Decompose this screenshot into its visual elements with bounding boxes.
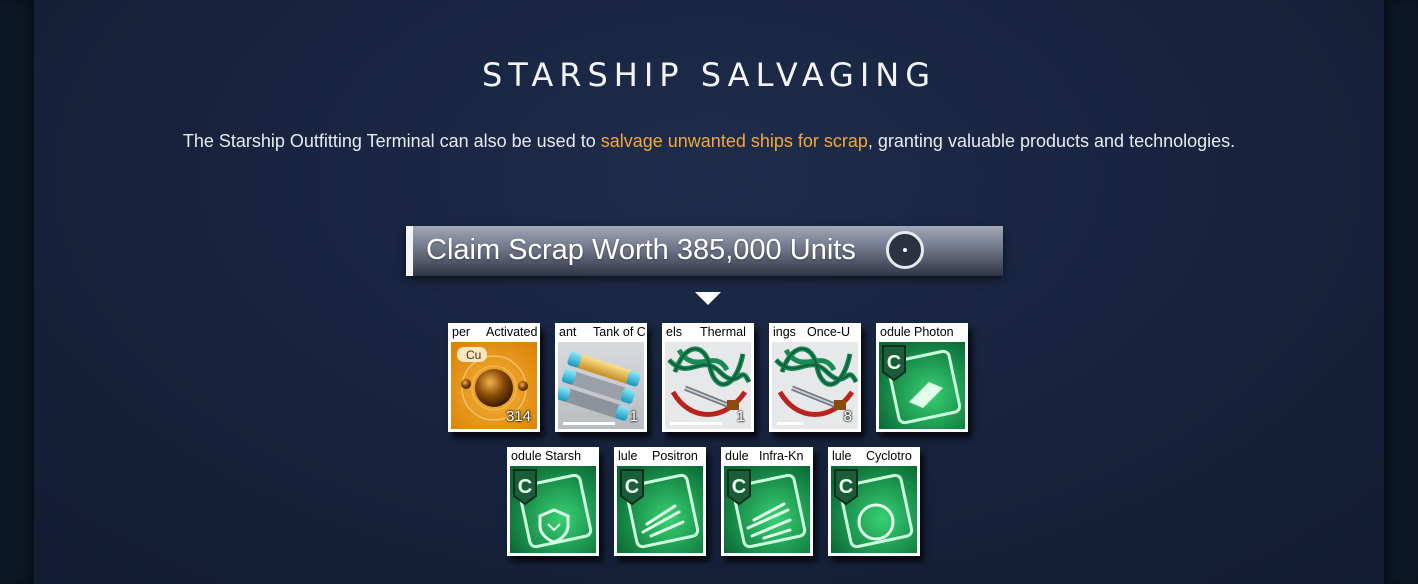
item-caption: odule Starsh xyxy=(507,447,599,466)
item-caption-b: Once-U xyxy=(807,325,851,339)
description-text-end: , granting valuable products and technol… xyxy=(867,131,1236,151)
circle-dot-icon xyxy=(886,231,924,269)
reward-item-once-use[interactable]: ings Once-U 8 xyxy=(769,323,861,432)
reward-item-positron-module[interactable]: lule Positron C xyxy=(614,447,706,556)
reward-item-thermal[interactable]: els Thermal 1 xyxy=(662,323,754,432)
item-quantity: 1 xyxy=(736,408,745,425)
claim-button-label: Claim Scrap Worth 385,000 Units xyxy=(426,234,856,266)
svg-text:C: C xyxy=(839,476,853,498)
item-caption: lule Positron xyxy=(614,447,706,466)
item-caption-a: lule xyxy=(618,449,638,463)
item-caption: lule Cyclotro xyxy=(828,447,920,466)
description-text: The Starship Outfitting Terminal can als… xyxy=(182,131,601,151)
item-caption-a: lule xyxy=(832,449,852,463)
item-caption-a: els xyxy=(666,325,682,339)
item-caption-a: per xyxy=(452,325,471,339)
triangle-down-icon xyxy=(695,292,721,305)
item-caption: ant Tank of C xyxy=(555,323,647,342)
item-caption-a: odule xyxy=(511,449,542,463)
claim-scrap-button[interactable]: Claim Scrap Worth 385,000 Units xyxy=(406,226,1003,276)
reward-item-cyclotron-module[interactable]: lule Cyclotro C xyxy=(828,447,920,556)
page-title: STARSHIP SALVAGING xyxy=(481,56,937,94)
svg-text:C: C xyxy=(732,476,746,498)
c-class-weapon-module-icon: C xyxy=(617,466,703,553)
c-class-ring-module-icon: C xyxy=(831,466,917,553)
c-class-shield-module-icon: C xyxy=(510,466,596,553)
item-caption-b: Starsh xyxy=(545,449,582,463)
item-caption-b: Cyclotro xyxy=(866,449,912,463)
c-class-module-icon: C xyxy=(879,342,965,429)
claim-button-accent xyxy=(406,226,413,276)
item-quantity: 1 xyxy=(629,408,638,425)
item-caption-b: Tank of C xyxy=(593,325,646,339)
item-quantity: 8 xyxy=(843,408,852,425)
item-caption-b: Thermal xyxy=(700,325,746,339)
reward-item-fuel-tank[interactable]: ant Tank of C 1 xyxy=(555,323,647,432)
reward-item-starshield-module[interactable]: odule Starsh C xyxy=(507,447,599,556)
item-caption: dule Infra-Kn xyxy=(721,447,813,466)
svg-text:C: C xyxy=(887,352,901,374)
svg-text:C: C xyxy=(518,476,532,498)
element-symbol: Cu xyxy=(466,348,482,362)
fuel-tank-icon: 1 xyxy=(558,342,644,429)
item-progress-bar xyxy=(777,422,803,425)
description: The Starship Outfitting Terminal can als… xyxy=(0,131,1418,152)
item-caption: odule Photon xyxy=(876,323,968,342)
c-class-weapon-module-icon: C xyxy=(724,466,810,553)
description-highlight: salvage unwanted ships for scrap xyxy=(600,131,868,151)
svg-text:C: C xyxy=(625,476,639,498)
item-caption-b: Positron xyxy=(652,449,698,463)
reward-item-photon-module[interactable]: odule Photon C xyxy=(876,323,968,432)
item-caption-a: odule xyxy=(880,325,911,339)
item-caption: per Activated xyxy=(448,323,540,342)
item-progress-bar xyxy=(670,422,722,425)
item-caption-b: Activated xyxy=(486,325,538,339)
item-caption-b: Photon xyxy=(914,325,954,339)
item-caption-a: ings xyxy=(773,325,796,339)
item-caption-a: ant xyxy=(559,325,577,339)
item-progress-bar xyxy=(563,422,615,425)
cables-icon: 8 xyxy=(772,342,858,429)
copper-element-icon: Cu 314 xyxy=(451,342,537,429)
reward-item-infra-knife-module[interactable]: dule Infra-Kn C xyxy=(721,447,813,556)
item-caption: els Thermal xyxy=(662,323,754,342)
circle-dot-center xyxy=(903,248,907,252)
item-caption: ings Once-U xyxy=(769,323,861,342)
item-caption-a: dule xyxy=(725,449,749,463)
item-caption-b: Infra-Kn xyxy=(759,449,804,463)
cables-icon: 1 xyxy=(665,342,751,429)
item-quantity: 314 xyxy=(505,408,531,425)
reward-item-copper[interactable]: per Activated Cu 314 xyxy=(448,323,540,432)
